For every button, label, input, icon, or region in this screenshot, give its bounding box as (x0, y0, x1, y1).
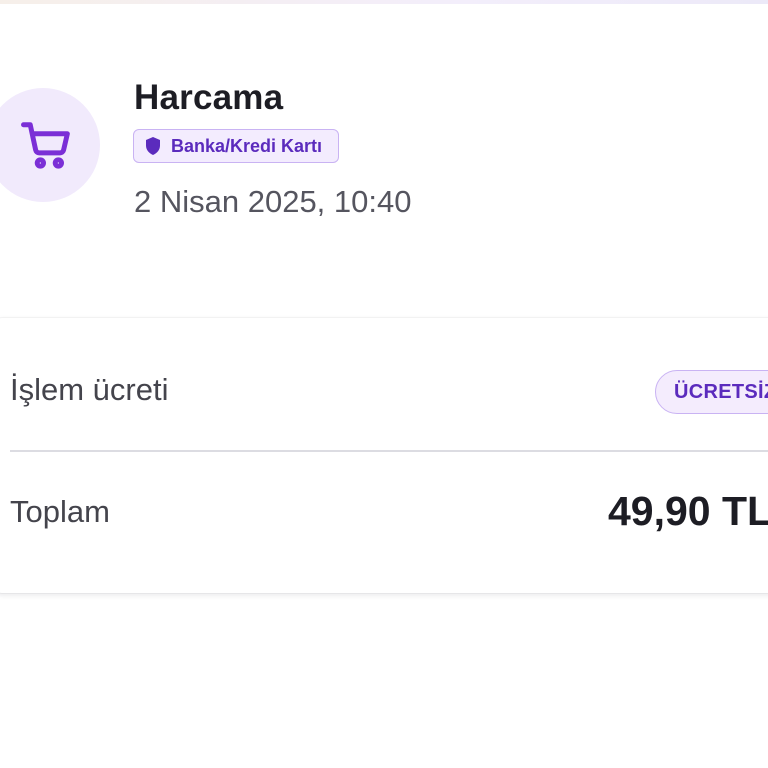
fee-label: İşlem ücreti (10, 372, 169, 407)
total-amount: 49,90 TL (608, 488, 768, 534)
fee-status-label: ÜCRETSİZ (674, 380, 768, 403)
fee-status-badge: ÜCRETSİZ (655, 370, 768, 414)
total-row: Toplam 49,90 TL (10, 452, 768, 593)
transaction-date: 2 Nisan 2025, 10:40 (134, 184, 412, 219)
shopping-cart-icon (21, 122, 70, 169)
transaction-title: Harcama (134, 78, 284, 117)
transaction-detail-page: Harcama Banka/Kredi Kartı 2 Nisan 2025, … (0, 0, 768, 768)
transaction-summary-card: İşlem ücreti ÜCRETSİZ Toplam 49,90 TL (0, 318, 768, 593)
total-label: Toplam (10, 494, 110, 529)
top-strip (0, 0, 768, 4)
payment-method-badge: Banka/Kredi Kartı (133, 129, 340, 163)
category-avatar (0, 88, 100, 202)
transaction-header: Harcama Banka/Kredi Kartı 2 Nisan 2025, … (0, 60, 768, 230)
payment-method-label: Banka/Kredi Kartı (171, 135, 323, 156)
shield-icon (144, 136, 162, 156)
fee-row: İşlem ücreti ÜCRETSİZ (10, 318, 768, 451)
